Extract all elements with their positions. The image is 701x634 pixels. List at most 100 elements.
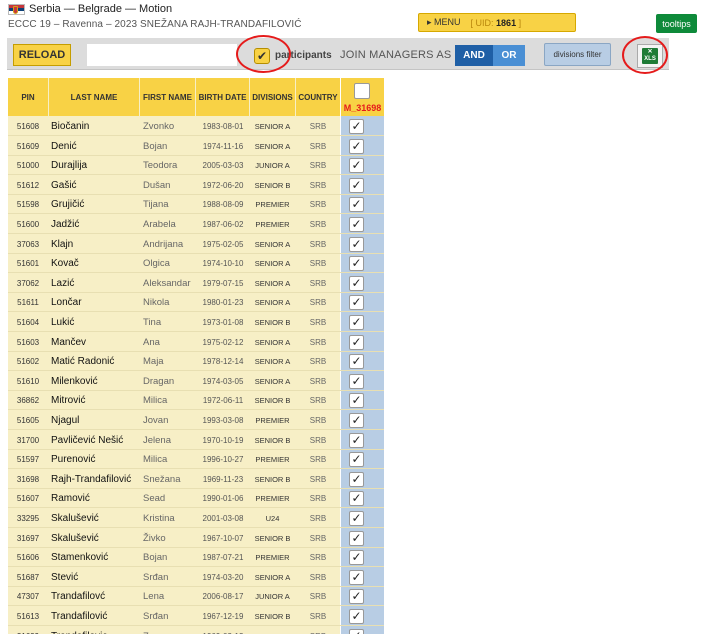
table-row[interactable]: 51603 Mančev Ana 1975-02-12 SENIOR A SRB ✓ bbox=[8, 333, 384, 352]
menu-label: ▸ MENU bbox=[427, 17, 461, 27]
table-row[interactable]: 51601 Kovač Olgica 1974-10-10 SENIOR A SRB ✓ bbox=[8, 254, 384, 274]
last-name-cell: Lončar bbox=[51, 297, 82, 309]
pin-cell: 51610 bbox=[16, 376, 40, 386]
last-name-cell: Klajn bbox=[51, 238, 74, 250]
row-select-checkbox[interactable]: ✓ bbox=[349, 413, 364, 428]
tooltips-button[interactable]: tooltips bbox=[656, 14, 697, 33]
row-select-checkbox[interactable]: ✓ bbox=[349, 138, 364, 154]
division-cell: SENIOR A bbox=[254, 376, 291, 386]
header-last-name[interactable]: LAST NAME bbox=[49, 78, 139, 116]
pin-cell: 31700 bbox=[16, 435, 40, 445]
row-select-checkbox[interactable]: ✓ bbox=[349, 511, 364, 526]
table-row[interactable]: 31699TrandafilovicZoran1969-03-13SENIOR … bbox=[8, 627, 384, 634]
country-cell: SRB bbox=[309, 435, 327, 445]
table-row[interactable]: 51610 Milenković Dragan 1974-03-05 SENIOR A S… bbox=[8, 372, 384, 391]
table-row[interactable]: 51606 Stamenković Bojan 1987-07-21 PREMIER SR… bbox=[8, 548, 384, 568]
row-select-checkbox[interactable]: ✓ bbox=[349, 275, 364, 291]
row-select-checkbox[interactable]: ✓ bbox=[349, 334, 364, 350]
row-select-checkbox[interactable]: ✓ bbox=[349, 256, 364, 272]
table-row[interactable]: 33295 Skalušević Kristina 2001-03-08 U24 SRB ✓ bbox=[8, 509, 384, 528]
row-select-checkbox[interactable]: ✓ bbox=[349, 158, 364, 174]
table-row[interactable]: 51612 Gašić Dušan 1972-06-20 SENIOR B SRB ✓ bbox=[8, 176, 384, 195]
row-select-checkbox[interactable]: ✓ bbox=[349, 452, 364, 468]
header-pin[interactable]: PIN bbox=[8, 78, 48, 116]
table-row[interactable]: 51597 Purenović Milica 1996-10-27 PREMIER SRB… bbox=[8, 450, 384, 470]
row-select-checkbox[interactable]: ✓ bbox=[349, 373, 364, 389]
table-row[interactable]: 31700 Pavličević Nešić Jelena 1970-10-19 SEN… bbox=[8, 431, 384, 450]
first-name-cell: Arabela bbox=[143, 219, 176, 230]
divisions-filter-button[interactable]: divisions filter bbox=[544, 43, 611, 66]
last-name-cell: Biočanin bbox=[51, 121, 90, 132]
row-select-checkbox[interactable]: ✓ bbox=[349, 569, 364, 585]
reload-button[interactable]: RELOAD bbox=[13, 44, 71, 66]
row-select-checkbox[interactable]: ✓ bbox=[349, 295, 364, 311]
pin-cell: 51613 bbox=[16, 612, 40, 621]
last-name-cell: Skalušević bbox=[51, 532, 99, 544]
first-name-cell: Andrijana bbox=[143, 238, 184, 250]
or-toggle-button[interactable]: OR bbox=[493, 45, 525, 66]
table-row[interactable]: 51608 Biočanin Zvonko 1983-08-01 SENIOR A SRB… bbox=[8, 117, 384, 136]
table-row[interactable]: 37063 Klajn Andrijana 1975-02-05 SENIOR A SRB… bbox=[8, 235, 384, 254]
first-name-cell: Dušan bbox=[143, 179, 171, 191]
header-birth-date[interactable]: BIRTH DATE bbox=[196, 78, 249, 116]
table-row[interactable]: 51000 Durajlija Teodora 2005-03-03 JUNIOR A S… bbox=[8, 156, 384, 176]
table-row[interactable]: 36862 Mitrović Milica 1972-06-11 SENIOR B SRB… bbox=[8, 391, 384, 411]
row-select-checkbox[interactable]: ✓ bbox=[349, 236, 364, 252]
table-row[interactable]: 31698 Rajh-Trandafilović Snežana 1969-11-23… bbox=[8, 470, 384, 489]
pin-cell: 51000 bbox=[16, 161, 40, 171]
table-row[interactable]: 51598 Grujičić Tijana 1988-08-09 PREMIER SRB ✓ bbox=[8, 195, 384, 215]
header-divisions[interactable]: DIVISIONS bbox=[250, 78, 295, 116]
birth-date-cell: 1973-01-08 bbox=[202, 318, 244, 327]
table-row[interactable]: 47307 Trandafilovć Lena 2006-08-17 JUNIOR A S… bbox=[8, 587, 384, 607]
row-select-checkbox[interactable]: ✓ bbox=[349, 119, 364, 134]
country-cell: SRB bbox=[309, 337, 327, 347]
country-cell: SRB bbox=[296, 627, 340, 634]
table-row[interactable]: 31697 Skalušević Živko 1967-10-07 SENIOR B SR… bbox=[8, 529, 384, 548]
row-select-checkbox[interactable]: ✓ bbox=[349, 354, 364, 370]
table-row[interactable]: 51600 Jadžić Arabela 1987-06-02 PREMIER SRB ✓ bbox=[8, 215, 384, 234]
row-select-checkbox[interactable]: ✓ bbox=[349, 393, 364, 409]
row-select-checkbox[interactable]: ✓ bbox=[349, 491, 364, 507]
menu-button[interactable]: ▸ MENU [ UID: 1861 ] bbox=[418, 13, 576, 32]
table-row[interactable]: 51611 Lončar Nikola 1980-01-23 SENIOR A SRB ✓ bbox=[8, 293, 384, 313]
pin-cell: 37062 bbox=[16, 278, 40, 288]
pin-cell: 51609 bbox=[16, 141, 40, 151]
row-select-checkbox[interactable]: ✓ bbox=[349, 589, 364, 605]
country-cell: SRB bbox=[309, 239, 327, 249]
table-row[interactable]: 51604 Lukić Tina 1973-01-08 SENIOR B SRB ✓ bbox=[8, 313, 384, 332]
row-select-checkbox[interactable]: ✓ bbox=[349, 530, 364, 546]
pin-cell: 31697 bbox=[16, 533, 40, 543]
country-cell: SRB bbox=[309, 278, 327, 288]
search-input[interactable] bbox=[87, 44, 237, 66]
birth-date-cell: 1969-03-13 bbox=[196, 627, 250, 634]
table-row[interactable]: 51609 Denić Bojan 1974-11-16 SENIOR A SRB ✓ bbox=[8, 137, 384, 156]
division-cell: PREMIER bbox=[255, 416, 290, 425]
table-row[interactable]: 51605 Njagul Jovan 1993-03-08 PREMIER SRB ✓ bbox=[8, 411, 384, 430]
table-row[interactable]: 51602 Matić Radonić Maja 1978-12-14 SENIOR A… bbox=[8, 352, 384, 372]
table-row[interactable]: 51607 Ramović Sead 1990-01-06 PREMIER SRB ✓ bbox=[8, 489, 384, 509]
last-name-cell: Rajh-Trandafilović bbox=[51, 473, 132, 485]
header-country[interactable]: COUNTRY bbox=[296, 78, 340, 116]
division-cell: SENIOR A bbox=[254, 337, 291, 347]
pin-cell: 51602 bbox=[16, 357, 40, 367]
pin-cell: 51598 bbox=[16, 200, 40, 210]
row-select-checkbox[interactable]: ✓ bbox=[349, 628, 364, 634]
select-all-checkbox[interactable] bbox=[354, 83, 370, 99]
birth-date-cell: 1967-12-19 bbox=[202, 612, 244, 621]
row-select-checkbox[interactable]: ✓ bbox=[349, 609, 364, 624]
row-select-checkbox[interactable]: ✓ bbox=[349, 177, 364, 193]
division-cell: SENIOR A bbox=[254, 259, 291, 269]
row-select-checkbox[interactable]: ✓ bbox=[349, 197, 364, 213]
row-select-checkbox[interactable]: ✓ bbox=[349, 217, 364, 232]
row-select-checkbox[interactable]: ✓ bbox=[349, 550, 364, 566]
toolbar: RELOAD ✔ participants JOIN MANAGERS AS A… bbox=[7, 38, 669, 70]
table-row[interactable]: 37062 Lazić Aleksandar 1979-07-15 SENIOR A SR… bbox=[8, 274, 384, 293]
row-select-checkbox[interactable]: ✓ bbox=[349, 315, 364, 330]
row-select-checkbox[interactable]: ✓ bbox=[349, 471, 364, 487]
header-first-name[interactable]: FIRST NAME bbox=[140, 78, 195, 116]
row-select-checkbox[interactable]: ✓ bbox=[349, 432, 364, 448]
table-row[interactable]: 51613 Trandafilović Srđan 1967-12-19 SENIOR … bbox=[8, 607, 384, 626]
and-toggle-button[interactable]: AND bbox=[455, 45, 493, 66]
table-row[interactable]: 51687 Stević Srđan 1974-03-20 SENIOR A SRB ✓ bbox=[8, 568, 384, 587]
country-cell: SRB bbox=[309, 141, 327, 151]
